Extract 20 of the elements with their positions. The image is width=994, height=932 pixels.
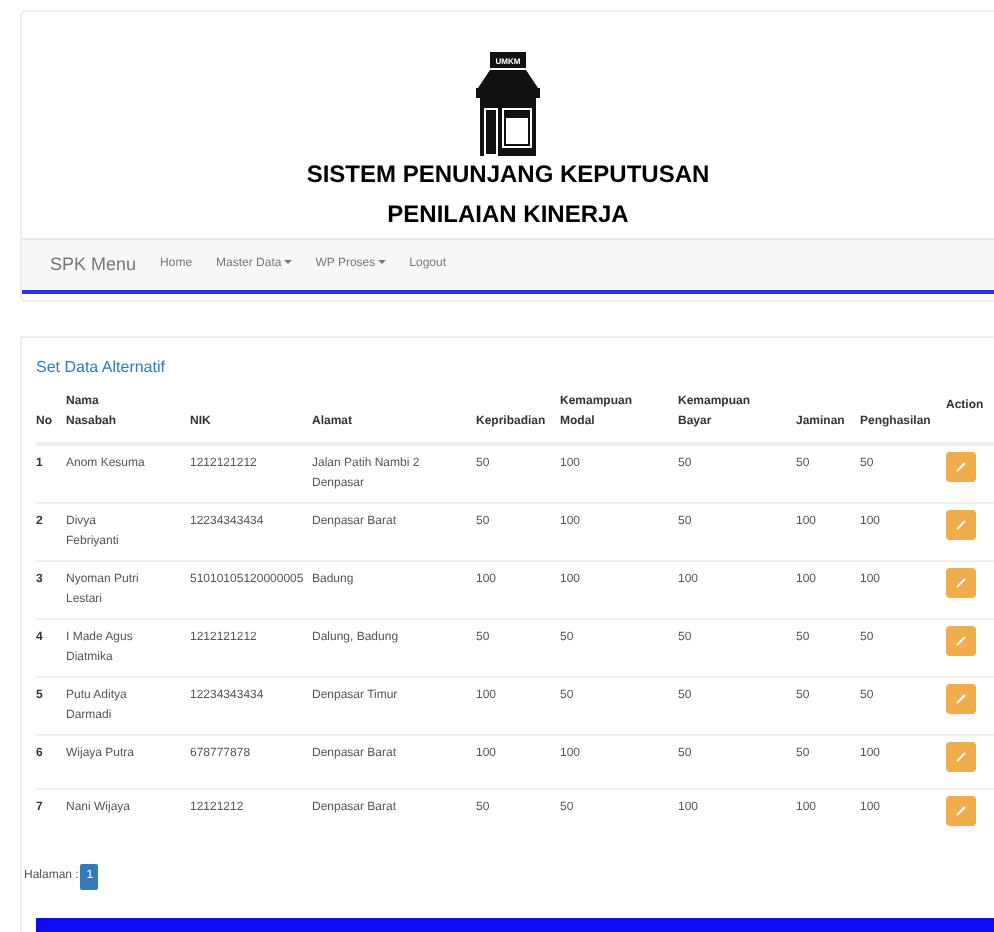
app-subtitle: PENILAIAN KINERJA bbox=[387, 200, 629, 228]
pencil-icon bbox=[956, 520, 966, 530]
pencil-icon bbox=[956, 752, 966, 762]
edit-button[interactable] bbox=[946, 510, 976, 540]
caret-icon bbox=[377, 260, 386, 265]
pencil-icon bbox=[956, 578, 966, 588]
caret-icon bbox=[283, 260, 292, 265]
panel-title: Set Data Alternatif bbox=[36, 358, 167, 378]
edit-button[interactable] bbox=[946, 796, 976, 826]
edit-button[interactable] bbox=[946, 742, 976, 772]
edit-button[interactable] bbox=[946, 684, 976, 714]
pencil-icon bbox=[956, 636, 966, 646]
pencil-icon bbox=[956, 694, 966, 704]
pencil-icon bbox=[956, 462, 966, 472]
edit-button[interactable] bbox=[946, 452, 976, 482]
pencil-icon bbox=[956, 806, 966, 816]
brand-link[interactable]: SPK Menu bbox=[50, 251, 137, 279]
edit-button[interactable] bbox=[946, 568, 976, 598]
edit-button[interactable] bbox=[946, 626, 976, 656]
app-title: SISTEM PENUNJANG KEPUTUSAN bbox=[306, 160, 710, 188]
